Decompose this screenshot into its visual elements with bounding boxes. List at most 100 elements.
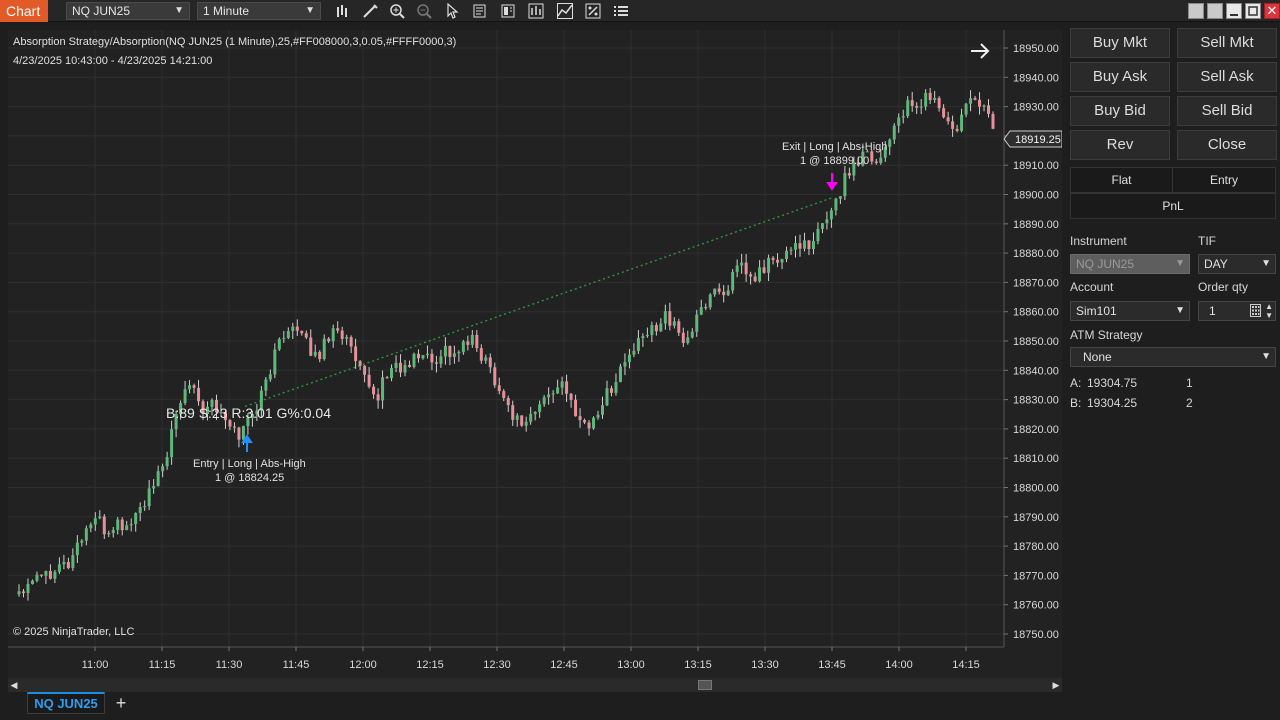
bar-type-icon[interactable] — [333, 2, 353, 20]
restore-layout-icon[interactable] — [1188, 3, 1204, 19]
candle-body — [421, 355, 425, 359]
maximize-icon[interactable] — [1245, 3, 1261, 19]
instrument-field-value: NQ JUN25 — [1076, 257, 1135, 271]
candle-body — [506, 398, 510, 406]
candle-body — [636, 338, 640, 351]
candle-body — [892, 125, 896, 140]
candle-body — [84, 528, 88, 541]
add-tab-button[interactable]: + — [110, 692, 132, 714]
chevron-down-icon: ▼ — [305, 5, 315, 16]
time-tick-label: 12:15 — [416, 659, 444, 671]
close-window-icon[interactable]: ✕ — [1264, 3, 1280, 19]
zoom-out-icon[interactable] — [414, 2, 434, 20]
candle-body — [690, 331, 694, 338]
candle-body — [928, 92, 932, 101]
tab-nq-jun25[interactable]: NQ JUN25 — [27, 692, 105, 714]
instrument-select[interactable]: NQ JUN25 ▼ — [66, 2, 190, 20]
candle-body — [955, 128, 959, 131]
price-tick-label: 18930.00 — [1013, 102, 1059, 114]
candle-body — [349, 337, 353, 347]
buy-bid-button[interactable]: Buy Bid — [1070, 96, 1170, 126]
chart-panel[interactable]: 18950.0018940.0018930.0018920.0018910.00… — [8, 30, 1062, 678]
qty-stepper-icon[interactable]: ▲ ▼ — [1265, 302, 1273, 320]
position-flat: Flat — [1070, 167, 1173, 193]
close-position-button[interactable]: Close — [1177, 130, 1277, 160]
candle-body — [75, 542, 79, 556]
candle-body — [551, 393, 555, 395]
reverse-button[interactable]: Rev — [1070, 130, 1170, 160]
candle-body — [951, 121, 955, 129]
tif-label: TIF — [1198, 234, 1216, 248]
candle-body — [439, 356, 443, 364]
calculator-icon[interactable] — [1250, 304, 1261, 322]
scroll-left-icon[interactable]: ◀ — [8, 678, 20, 692]
candle-body — [632, 350, 636, 355]
candle-body — [399, 362, 403, 373]
chart-window: Chart NQ JUN25 ▼ 1 Minute ▼ ✕ 18950.00 1… — [0, 0, 1280, 720]
scroll-right-icon[interactable]: ▶ — [1050, 678, 1062, 692]
candle-body — [749, 274, 753, 277]
price-tick-label: 18800.00 — [1013, 483, 1059, 495]
candle-body — [556, 387, 560, 394]
zoom-in-icon[interactable] — [387, 2, 407, 20]
candle-body — [838, 196, 842, 199]
order-qty-input[interactable]: 1 ▲ ▼ — [1198, 301, 1276, 321]
strategies-icon[interactable] — [555, 2, 575, 20]
candle-body — [376, 394, 380, 401]
candle-body — [304, 333, 308, 338]
candle-body — [363, 365, 367, 375]
candle-body — [309, 337, 313, 356]
indicators-icon[interactable] — [526, 2, 546, 20]
candle-body — [188, 385, 192, 390]
link-icon[interactable] — [1207, 3, 1223, 19]
candle-body — [57, 564, 61, 572]
candle-body — [529, 414, 533, 422]
buy-ask-button[interactable]: Buy Ask — [1070, 62, 1170, 92]
candle-body — [645, 334, 649, 337]
candle-body — [524, 421, 528, 426]
chart-tab[interactable]: Chart — [0, 0, 48, 22]
draw-tool-icon[interactable] — [360, 2, 380, 20]
price-tick-label: 18850.00 — [1013, 336, 1059, 348]
sell-mkt-button[interactable]: Sell Mkt — [1177, 28, 1277, 58]
menu-icon[interactable] — [611, 2, 631, 20]
entry-label-line1: Entry | Long | Abs-High — [193, 458, 306, 470]
scroll-thumb[interactable] — [698, 680, 712, 690]
candle-body — [726, 290, 730, 296]
minimize-icon[interactable] — [1226, 3, 1242, 19]
templates-icon[interactable] — [498, 2, 518, 20]
price-tick-label: 18840.00 — [1013, 365, 1059, 377]
account-select[interactable]: Sim101 ▼ — [1070, 301, 1190, 321]
interval-select[interactable]: 1 Minute ▼ — [197, 2, 321, 20]
time-axis: 11:00 11:15 11:30 11:45 12:00 12:15 12:30 12:45… — [82, 647, 980, 671]
bid-label: B: — [1070, 396, 1082, 410]
candle-body — [906, 100, 910, 117]
time-tick-label: 13:30 — [751, 659, 779, 671]
candle-body — [497, 385, 501, 392]
candle-body — [407, 364, 411, 367]
candle-body — [614, 382, 618, 393]
tif-select[interactable]: DAY ▼ — [1198, 254, 1276, 274]
candle-body — [982, 105, 986, 107]
chart-scrollbar[interactable]: ◀ ▶ — [8, 678, 1062, 692]
candle-body — [479, 348, 483, 361]
candle-body — [874, 161, 878, 164]
candle-body — [942, 108, 946, 118]
candle-body — [960, 114, 964, 131]
candle-body — [273, 349, 277, 375]
sell-ask-button[interactable]: Sell Ask — [1177, 62, 1277, 92]
candle-body — [93, 518, 97, 525]
candle-body — [578, 416, 582, 420]
candle-body — [740, 262, 744, 266]
candle-body — [538, 404, 542, 412]
time-tick-label: 11:15 — [149, 659, 176, 671]
properties-icon[interactable] — [583, 2, 603, 20]
data-box-icon[interactable] — [470, 2, 490, 20]
pointer-icon[interactable] — [442, 2, 462, 20]
strategy-stats-label: B:89 S:23 R:3.01 G%:0.04 — [166, 405, 331, 421]
price-chart[interactable]: 18950.0018940.0018930.0018920.0018910.00… — [8, 30, 1062, 678]
candle-body — [776, 259, 780, 263]
sell-bid-button[interactable]: Sell Bid — [1177, 96, 1277, 126]
buy-mkt-button[interactable]: Buy Mkt — [1070, 28, 1170, 58]
atm-strategy-select[interactable]: None ▼ — [1070, 347, 1276, 367]
